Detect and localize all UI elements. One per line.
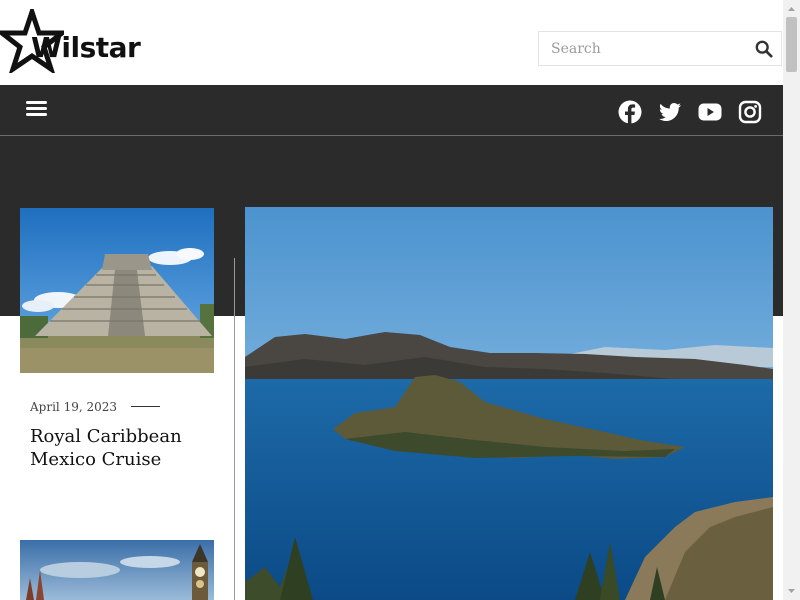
- search-icon[interactable]: [755, 40, 773, 58]
- post-title-link[interactable]: Royal Caribbean Mexico Cruise: [30, 425, 210, 471]
- post-card: [20, 540, 214, 600]
- site-logo[interactable]: Wilstar: [0, 9, 160, 73]
- hero-image-crater-lake[interactable]: [245, 207, 773, 600]
- column-divider: [234, 258, 235, 600]
- search-input[interactable]: [539, 32, 749, 65]
- post-card: April 19, 2023 Royal Caribbean Mexico Cr…: [20, 208, 214, 508]
- page-scrollbar[interactable]: [783, 0, 800, 600]
- date-divider-line: [131, 406, 160, 407]
- logo-wordmark: Wilstar: [31, 31, 141, 64]
- hamburger-menu-icon[interactable]: [26, 101, 47, 117]
- scroll-up-arrow-icon[interactable]: [783, 0, 800, 17]
- search-box: [538, 31, 782, 66]
- main-navbar: [0, 85, 783, 135]
- site-header: Wilstar: [0, 0, 783, 85]
- twitter-icon[interactable]: [658, 100, 682, 124]
- youtube-icon[interactable]: [698, 100, 722, 124]
- scrollbar-thumb[interactable]: [786, 17, 797, 72]
- post-thumbnail-pyramid[interactable]: [20, 208, 214, 373]
- post-thumbnail-london[interactable]: [20, 540, 214, 600]
- scroll-down-arrow-icon[interactable]: [783, 583, 800, 600]
- instagram-icon[interactable]: [738, 100, 762, 124]
- facebook-icon[interactable]: [618, 100, 642, 124]
- post-date: April 19, 2023: [30, 400, 118, 414]
